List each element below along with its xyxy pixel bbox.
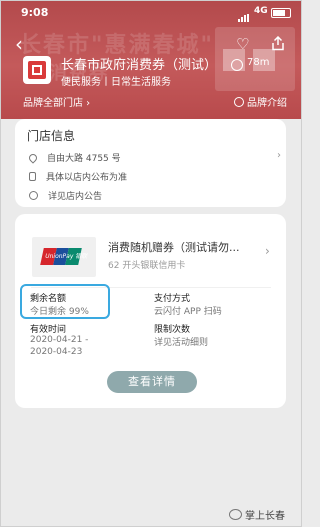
store-distance: 78m [247,57,270,68]
view-details-button[interactable]: 查看详情 [107,371,197,393]
status-time: 9:08 [21,6,49,19]
brand-intro-label: 品牌介绍 [247,98,287,109]
limit-value: 详见活动细则 [154,338,209,348]
phone-icon [29,172,36,181]
validity-start: 2020-04-21 - [30,335,89,345]
chevron-right-icon[interactable]: › [277,150,281,161]
validity-label: 有效时间 [30,325,67,335]
app-screen: 长春市"惠满春城" 消费券 9:08 4G ‹ ♡ 长春市政府消费券（测试） 便… [0,0,302,527]
store-address: 自由大路 4755 号 [47,154,121,164]
payment-label: 支付方式 [154,294,191,304]
store-hero-banner: 长春市"惠满春城" 消费券 9:08 4G ‹ ♡ 长春市政府消费券（测试） 便… [1,1,301,119]
back-icon[interactable]: ‹ [15,34,23,54]
network-type: 4G [254,6,268,16]
signal-icon [238,9,250,22]
info-icon [234,97,244,107]
validity-end: 2020-04-23 [30,347,83,357]
store-name: 长春市政府消费券（测试） [61,58,218,73]
store-category: 便民服务丨日常生活服务 [61,77,171,88]
wechat-icon [229,509,242,520]
store-hours-row: 详见店内公告 [29,189,102,202]
store-hours-note: 详见店内公告 [48,192,103,202]
battery-icon [271,8,291,18]
store-phone-row[interactable]: 具体以店内公布为准 [29,170,127,183]
share-icon[interactable] [271,35,285,55]
status-bar: 9:08 4G [1,1,301,22]
coupon-subtitle: 62 开头银联信用卡 [108,261,186,271]
payment-value: 云闪付 APP 扫码 [154,307,222,317]
chevron-right-icon[interactable]: › [265,244,270,258]
store-logo [23,56,51,84]
unionpay-text: UnionPay 银联 [45,253,88,260]
heart-icon[interactable]: ♡ [236,35,249,53]
store-phone-note: 具体以店内公布为准 [46,173,128,183]
coupon-title[interactable]: 消费随机赠券（测试请勿... [108,239,240,255]
store-address-row[interactable]: 自由大路 4755 号 [27,151,121,164]
unionpay-logo: UnionPay 银联 [32,237,96,277]
distance-icon [231,59,243,71]
all-stores-link[interactable]: 品牌全部门店 › [23,94,90,109]
store-info-card: 门店信息 自由大路 4755 号 › 具体以店内公布为准 详见店内公告 [15,119,286,207]
brand-intro-link[interactable]: 品牌介绍 [234,94,287,109]
watermark: 掌上长春 [229,507,285,522]
remaining-highlight-box [20,284,110,319]
limit-label: 限制次数 [154,325,191,335]
watermark-text: 掌上长春 [245,511,285,522]
store-info-title: 门店信息 [27,129,76,143]
clock-icon [29,191,38,200]
location-icon [27,152,39,164]
